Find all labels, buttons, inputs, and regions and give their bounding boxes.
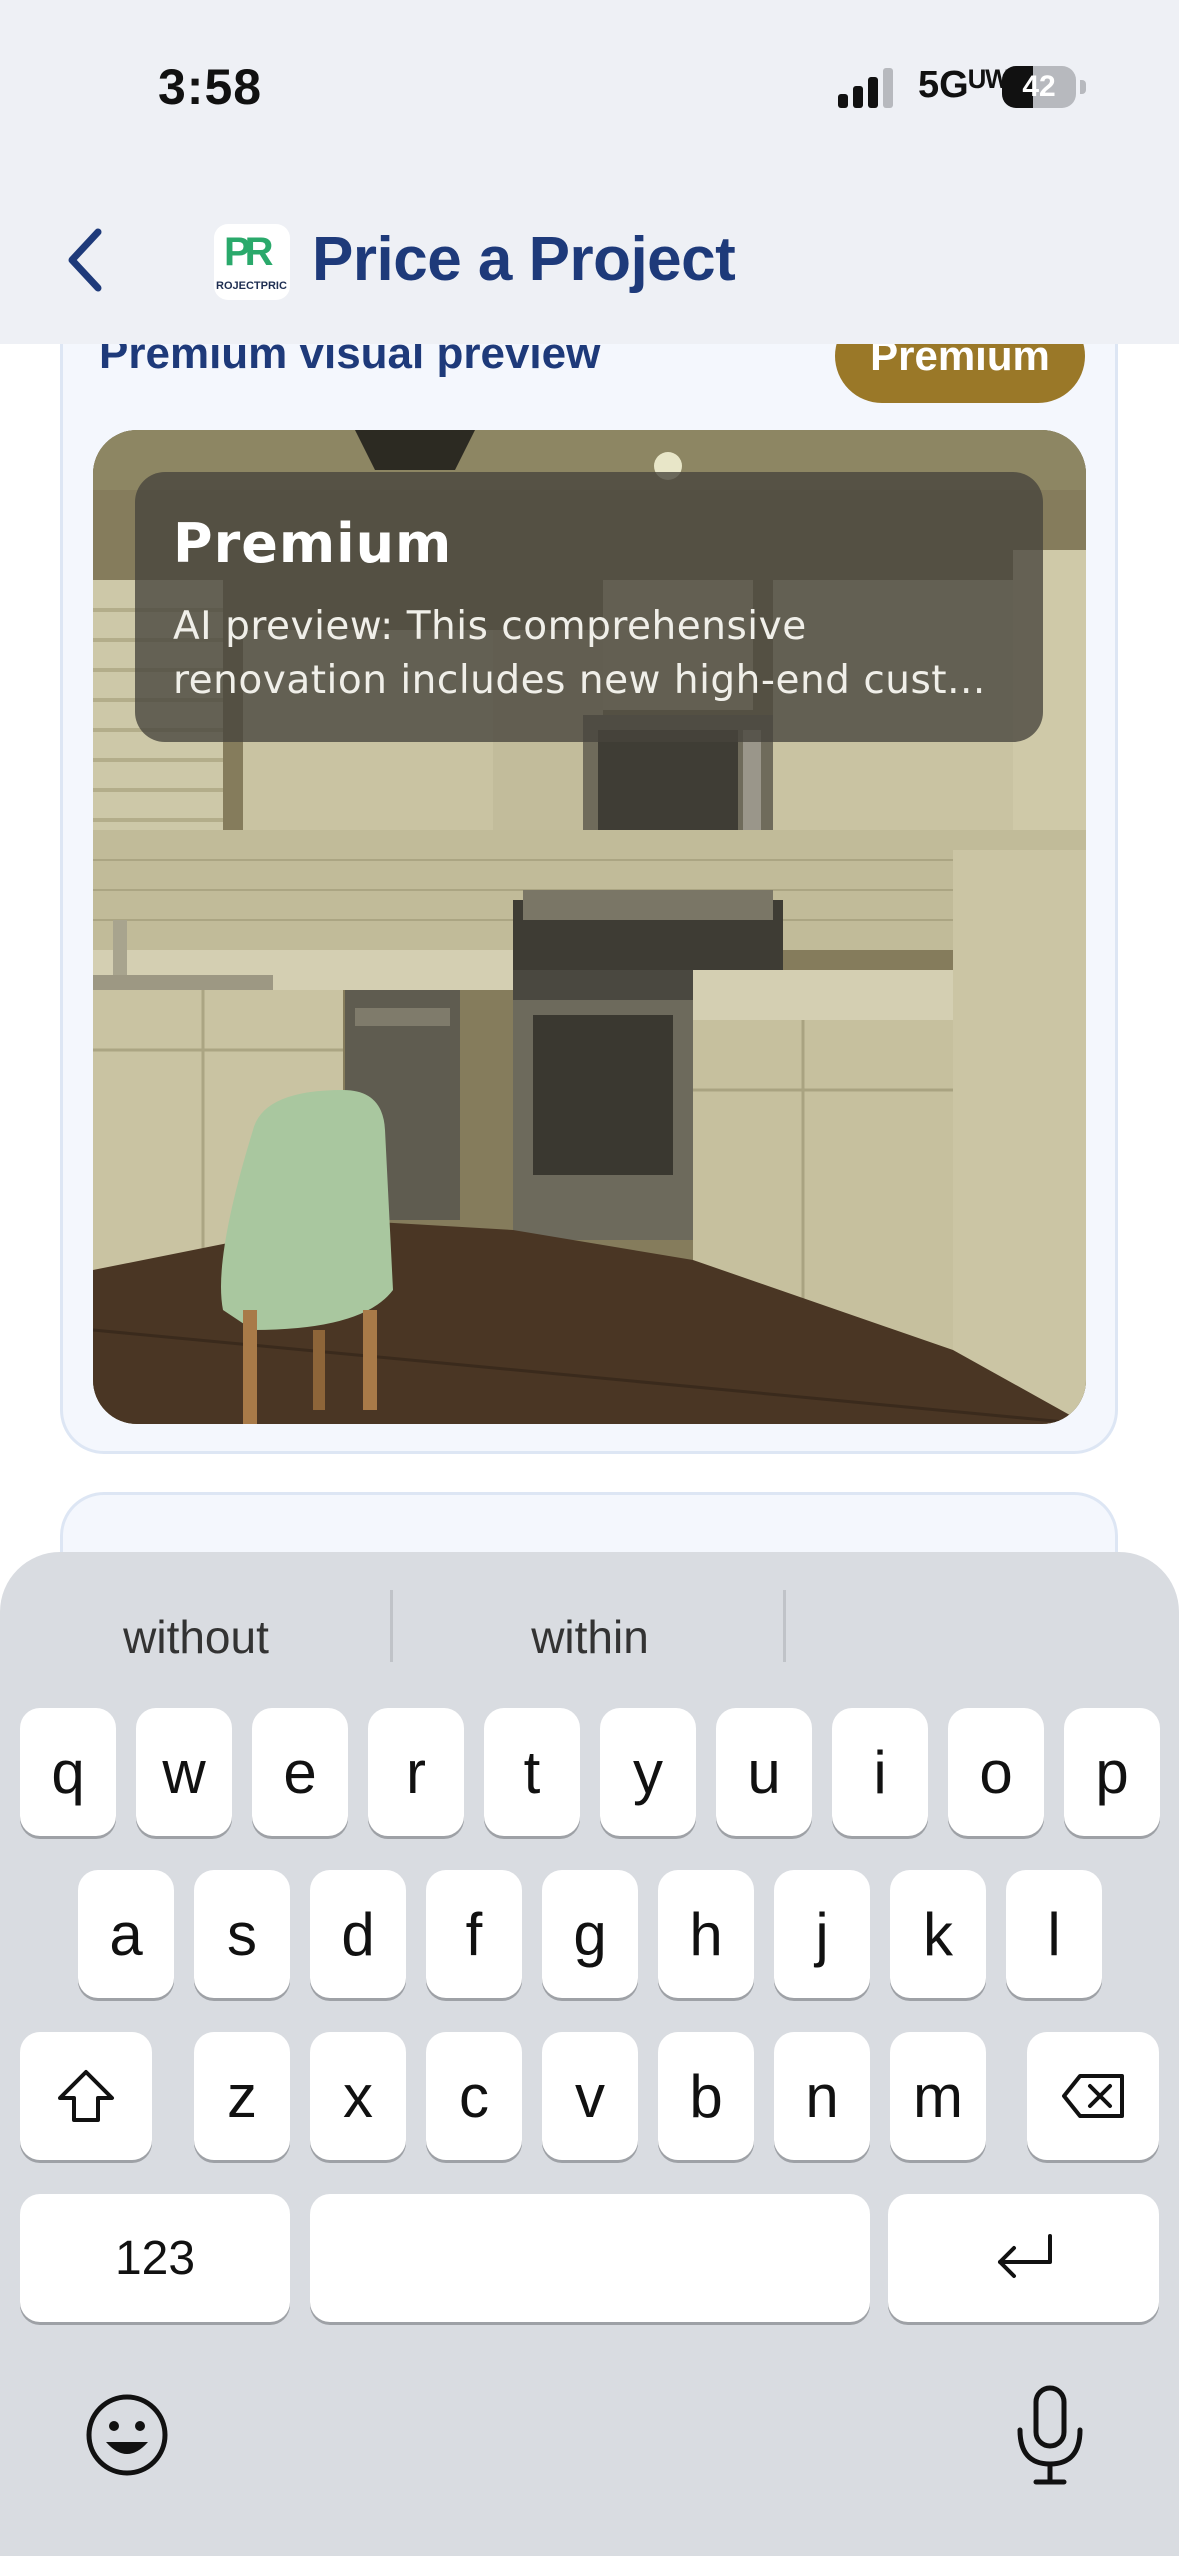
page-title: Price a Project (312, 225, 736, 294)
logo-subtitle: ROJECTPRIC (216, 280, 287, 292)
key-x[interactable]: x (310, 2032, 406, 2160)
key-a[interactable]: a (78, 1870, 174, 1998)
emoji-button[interactable] (82, 2390, 172, 2480)
return-icon (997, 2234, 1052, 2278)
shift-key[interactable] (20, 2032, 152, 2160)
key-v[interactable]: v (542, 2032, 638, 2160)
suggestion-divider (783, 1590, 786, 1662)
key-k[interactable]: k (890, 1870, 986, 1998)
microphone-button[interactable] (1010, 2384, 1090, 2488)
key-r[interactable]: r (368, 1708, 464, 1836)
logo-letters: PR (224, 230, 274, 274)
key-i[interactable]: i (832, 1708, 928, 1836)
network-type: 5Gᵁᵂ (918, 64, 1010, 106)
key-m[interactable]: m (890, 2032, 986, 2160)
overlay-description: AI preview: This comprehensive renovatio… (173, 604, 986, 703)
keyboard: without within q w e r t y u i o p a s d… (0, 1552, 1179, 2556)
suggestion-2[interactable]: within (430, 1592, 750, 1682)
chevron-left-icon (68, 228, 102, 292)
key-n[interactable]: n (774, 2032, 870, 2160)
top-bar: 3:58 5Gᵁᵂ 42 PR ROJECTPRIC Price a Proje… (0, 0, 1179, 344)
key-d[interactable]: d (310, 1870, 406, 1998)
microphone-icon (1017, 2385, 1083, 2485)
key-y[interactable]: y (600, 1708, 696, 1836)
numbers-key[interactable]: 123 (20, 2194, 290, 2322)
key-q[interactable]: q (20, 1708, 116, 1836)
backspace-icon (1062, 2074, 1124, 2118)
preview-overlay: Premium AI preview: This comprehensive r… (135, 472, 1043, 742)
suggestion-1[interactable]: without (36, 1592, 356, 1682)
key-c[interactable]: c (426, 2032, 522, 2160)
key-j[interactable]: j (774, 1870, 870, 1998)
key-s[interactable]: s (194, 1870, 290, 1998)
key-o[interactable]: o (948, 1708, 1044, 1836)
status-time: 3:58 (158, 59, 263, 115)
key-t[interactable]: t (484, 1708, 580, 1836)
space-key[interactable] (310, 2194, 870, 2322)
key-l[interactable]: l (1006, 1870, 1102, 1998)
overlay-title: Premium (173, 512, 453, 575)
battery-level: 42 (1022, 70, 1056, 103)
signal-icon (838, 68, 893, 108)
key-u[interactable]: u (716, 1708, 812, 1836)
key-h[interactable]: h (658, 1870, 754, 1998)
suggestion-3[interactable] (820, 1592, 1140, 1682)
kitchen-preview-image[interactable]: Premium AI preview: This comprehensive r… (93, 430, 1086, 1424)
shift-icon (58, 2070, 114, 2122)
battery-icon: 42 (1002, 66, 1086, 108)
key-f[interactable]: f (426, 1870, 522, 1998)
emoji-icon (86, 2394, 168, 2476)
app-logo: PR ROJECTPRIC (214, 224, 290, 300)
key-g[interactable]: g (542, 1870, 638, 1998)
screen: Premium visual preview Premium Premium A… (0, 0, 1179, 2556)
delete-key[interactable] (1027, 2032, 1159, 2160)
back-button[interactable] (54, 220, 114, 300)
key-z[interactable]: z (194, 2032, 290, 2160)
key-p[interactable]: p (1064, 1708, 1160, 1836)
suggestion-divider (390, 1590, 393, 1662)
key-e[interactable]: e (252, 1708, 348, 1836)
key-w[interactable]: w (136, 1708, 232, 1836)
return-key[interactable] (888, 2194, 1159, 2322)
key-b[interactable]: b (658, 2032, 754, 2160)
